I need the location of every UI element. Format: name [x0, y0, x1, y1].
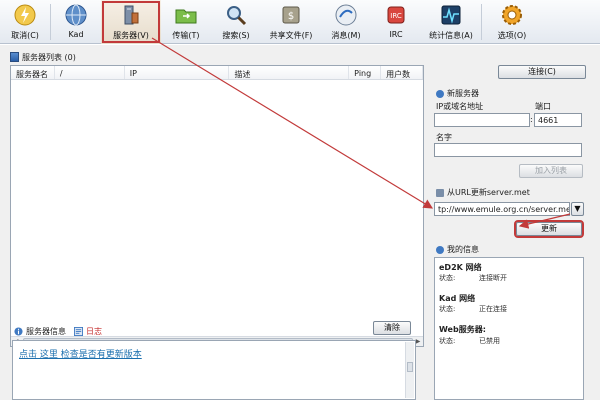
toolbar-options-label: 选项(O)	[497, 31, 527, 40]
bolt-icon	[14, 4, 36, 26]
main-area: 服务器列表 (0) 服务器名 / IP 描述 Ping 用户数 ◀ ▶ 连接(C…	[0, 45, 600, 400]
main-toolbar: 取消(C) Kad 服务器(V) 传输(T) 搜索(S) $ 共享文件(F) 消…	[0, 0, 600, 44]
scrollbar-thumb[interactable]	[407, 362, 413, 372]
update-url-title: 从URL更新server.met	[436, 187, 530, 198]
connect-button[interactable]: 连接(C)	[498, 65, 586, 79]
column-ip[interactable]: IP	[125, 66, 230, 79]
status-label: 状态:	[439, 274, 456, 282]
status-label: 状态:	[439, 305, 456, 313]
server-list-title: 服务器列表 (0)	[22, 52, 76, 62]
toolbar-cancel-button[interactable]: 取消(C)	[0, 0, 50, 44]
gear-icon	[502, 5, 522, 25]
update-check-link[interactable]: 点击 这里 检查是否有更新版本	[19, 347, 142, 360]
server-met-url-field[interactable]: tp://www.emule.org.cn/server.met	[434, 202, 570, 216]
clear-button[interactable]: 清除	[373, 321, 411, 335]
irc-icon: IRC	[387, 6, 405, 24]
port-label: 端口	[535, 102, 551, 111]
server-list-columns: 服务器名 / IP 描述 Ping 用户数	[11, 66, 424, 80]
new-server-title-text: 新服务器	[447, 89, 479, 98]
toolbar-statistics-label: 统计信息(A)	[429, 31, 473, 40]
server-info-log: 点击 这里 检查是否有更新版本	[12, 340, 416, 400]
server-icon	[124, 5, 139, 25]
bottom-tabs: 服务器信息 日志	[14, 324, 102, 338]
my-info-panel: eD2K 网络 状态: 连接断开 Kad 网络 状态: 正在连接 Web服务器: 状…	[434, 257, 584, 400]
toolbar-options-button[interactable]: 选项(O)	[482, 0, 542, 44]
toolbar-kad-label: Kad	[68, 30, 84, 39]
ip-label: IP或域名地址	[436, 102, 484, 111]
globe-icon	[65, 4, 87, 26]
toolbar-messages-button[interactable]: 消息(M)	[321, 0, 371, 44]
column-sort-indicator[interactable]: /	[55, 66, 125, 79]
log-icon	[74, 326, 83, 336]
toolbar-servers-label: 服务器(V)	[113, 31, 149, 40]
toolbar-search-label: 搜索(S)	[222, 31, 250, 40]
toolbar-servers-button[interactable]: 服务器(V)	[101, 0, 161, 44]
status-label: 状态:	[439, 337, 456, 345]
vertical-scrollbar[interactable]	[405, 342, 414, 398]
server-list-header: 服务器列表 (0)	[10, 51, 76, 63]
server-name-field[interactable]	[434, 143, 582, 157]
info-icon	[14, 326, 23, 336]
update-url-title-text: 从URL更新server.met	[447, 188, 530, 197]
toolbar-transfer-button[interactable]: 传输(T)	[161, 0, 211, 44]
tab-log-label: 日志	[86, 326, 102, 336]
info-status-row: 状态: 已禁用	[439, 336, 500, 346]
my-info-title-text: 我的信息	[447, 245, 479, 254]
ip-address-field[interactable]	[434, 113, 530, 127]
message-icon	[335, 4, 357, 26]
server-met-icon	[436, 188, 444, 197]
info-group-web-server: Web服务器:	[439, 325, 486, 334]
status-value: 连接断开	[479, 274, 507, 282]
toolbar-messages-label: 消息(M)	[331, 31, 361, 40]
toolbar-irc-button[interactable]: IRC IRC	[371, 0, 421, 44]
add-to-list-button[interactable]: 加入列表	[519, 164, 583, 178]
info-status-row: 状态: 连接断开	[439, 273, 507, 283]
port-separator: :	[530, 115, 533, 124]
column-users[interactable]: 用户数	[381, 66, 424, 79]
info-icon	[436, 245, 444, 254]
url-dropdown-button[interactable]: ▼	[571, 202, 584, 216]
toolbar-transfer-label: 传输(T)	[172, 31, 200, 40]
svg-text:IRC: IRC	[390, 12, 402, 20]
port-field[interactable]: 4661	[534, 113, 582, 127]
info-status-row: 状态: 正在连接	[439, 304, 507, 314]
toolbar-search-button[interactable]: 搜索(S)	[211, 0, 261, 44]
update-button[interactable]: 更新	[514, 220, 584, 238]
column-description[interactable]: 描述	[229, 66, 350, 79]
toolbar-irc-label: IRC	[389, 30, 403, 39]
search-icon	[227, 6, 247, 26]
tab-server-info-label: 服务器信息	[26, 326, 66, 336]
column-server-name[interactable]: 服务器名	[11, 66, 55, 79]
tab-log[interactable]: 日志	[74, 326, 102, 337]
svg-text:$: $	[288, 11, 294, 22]
toolbar-cancel-label: 取消(C)	[11, 31, 39, 40]
my-info-title: 我的信息	[436, 244, 479, 255]
status-value: 正在连接	[479, 305, 507, 313]
info-group-kad: Kad 网络	[439, 294, 476, 303]
server-list-icon	[10, 52, 19, 62]
toolbar-kad-button[interactable]: Kad	[51, 0, 101, 44]
shared-files-icon: $	[282, 6, 300, 24]
toolbar-shared-files-button[interactable]: $ 共享文件(F)	[261, 0, 321, 44]
column-ping[interactable]: Ping	[349, 66, 382, 79]
server-icon	[436, 89, 444, 98]
name-label: 名字	[436, 133, 452, 142]
toolbar-shared-files-label: 共享文件(F)	[269, 31, 313, 40]
status-value: 已禁用	[479, 337, 500, 345]
toolbar-statistics-button[interactable]: 统计信息(A)	[421, 0, 481, 44]
server-list-table[interactable]: 服务器名 / IP 描述 Ping 用户数 ◀ ▶	[10, 65, 424, 347]
folder-transfer-icon	[175, 9, 197, 24]
info-group-ed2k: eD2K 网络	[439, 263, 482, 272]
statistics-icon	[441, 5, 461, 25]
chevron-down-icon: ▼	[574, 204, 581, 213]
tab-server-info[interactable]: 服务器信息	[14, 326, 66, 337]
new-server-title: 新服务器	[436, 88, 479, 99]
